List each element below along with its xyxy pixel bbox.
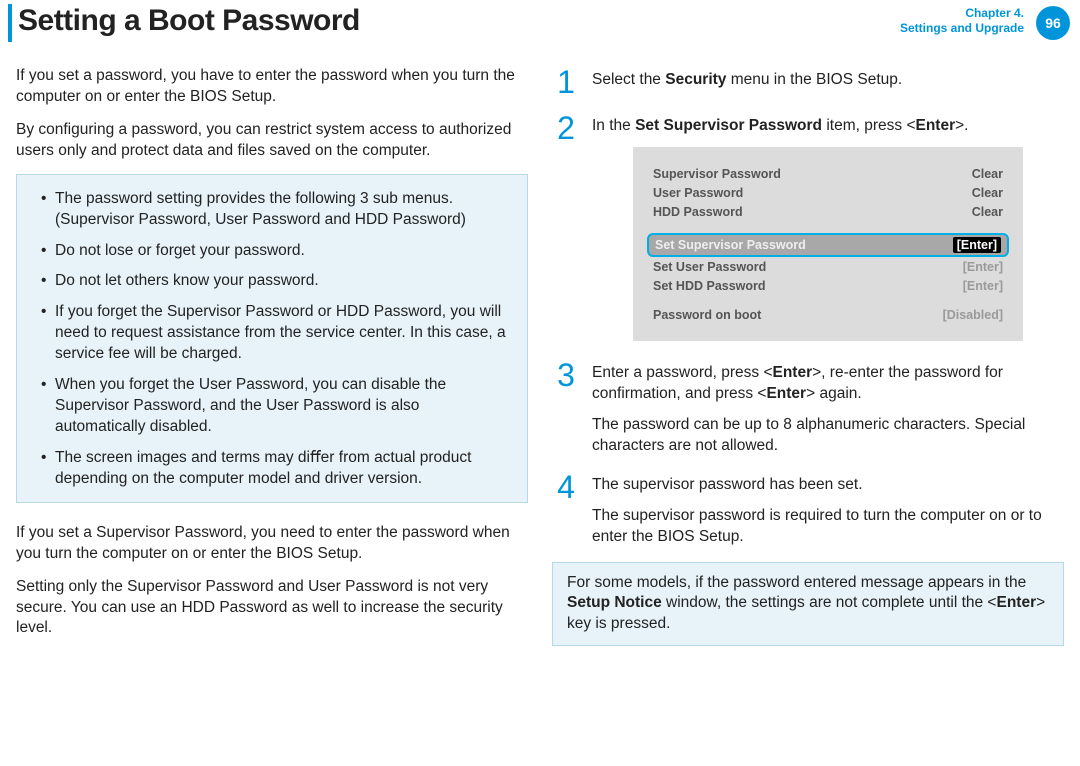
bios-row: Set HDD Password [Enter] bbox=[647, 277, 1009, 296]
step4-text-2: The supervisor password is required to t… bbox=[592, 506, 1064, 548]
bios-separator bbox=[647, 296, 1009, 306]
bios-key: Set User Password bbox=[653, 259, 766, 276]
text: window, the settings are not complete un… bbox=[662, 594, 997, 611]
text: item, press < bbox=[822, 117, 915, 134]
callout-list: The password setting provides the follow… bbox=[41, 189, 511, 490]
chapter-line2: Settings and Upgrade bbox=[900, 21, 1024, 36]
bios-val: Clear bbox=[972, 185, 1003, 202]
bottom-note: For some models, if the password entered… bbox=[552, 562, 1064, 647]
step-1: 1 Select the Security menu in the BIOS S… bbox=[552, 66, 1064, 98]
content-area: If you set a password, you have to enter… bbox=[0, 46, 1080, 651]
supervisor-para-2: Setting only the Supervisor Password and… bbox=[16, 577, 528, 640]
step-body: Select the Security menu in the BIOS Set… bbox=[592, 66, 1064, 98]
chapter-line1: Chapter 4. bbox=[900, 6, 1024, 21]
bold-setup-notice: Setup Notice bbox=[567, 594, 662, 611]
text: > again. bbox=[806, 385, 862, 402]
text: menu in the BIOS Setup. bbox=[726, 71, 902, 88]
bold-enter: Enter bbox=[996, 594, 1036, 611]
callout-item: If you forget the Supervisor Password or… bbox=[41, 302, 511, 365]
bios-val-enter: [Enter] bbox=[953, 237, 1001, 254]
step-number: 2 bbox=[552, 112, 580, 345]
bios-row: User Password Clear bbox=[647, 184, 1009, 203]
callout-item: Do not let others know your password. bbox=[41, 271, 511, 292]
bios-key: Set Supervisor Password bbox=[655, 237, 806, 254]
intro-para-1: If you set a password, you have to enter… bbox=[16, 66, 528, 108]
step-body: The supervisor password has been set. Th… bbox=[592, 471, 1064, 548]
bios-row: Set User Password [Enter] bbox=[647, 258, 1009, 277]
bold-enter: Enter bbox=[773, 364, 813, 381]
bios-row-highlight: Set Supervisor Password [Enter] bbox=[647, 233, 1009, 258]
text: >. bbox=[955, 117, 968, 134]
bios-key: Set HDD Password bbox=[653, 278, 766, 295]
bios-separator bbox=[647, 222, 1009, 232]
step3-text-2: The password can be up to 8 alphanumeric… bbox=[592, 415, 1064, 457]
step-body: Enter a password, press <Enter>, re-ente… bbox=[592, 359, 1064, 457]
header-accent-bar bbox=[8, 4, 12, 42]
bios-row: HDD Password Clear bbox=[647, 203, 1009, 222]
bios-key: User Password bbox=[653, 185, 743, 202]
step4-text-1: The supervisor password has been set. bbox=[592, 475, 1064, 496]
page-header: Setting a Boot Password Chapter 4. Setti… bbox=[0, 0, 1080, 46]
step-2: 2 In the Set Supervisor Password item, p… bbox=[552, 112, 1064, 345]
bold-enter: Enter bbox=[766, 385, 806, 402]
info-callout: The password setting provides the follow… bbox=[16, 174, 528, 503]
bold-enter: Enter bbox=[916, 117, 956, 134]
step-3: 3 Enter a password, press <Enter>, re-en… bbox=[552, 359, 1064, 457]
step-body: In the Set Supervisor Password item, pre… bbox=[592, 112, 1064, 345]
step-number: 3 bbox=[552, 359, 580, 457]
bios-key: Password on boot bbox=[653, 307, 761, 324]
bios-screenshot: Supervisor Password Clear User Password … bbox=[633, 147, 1023, 341]
bios-val: [Enter] bbox=[963, 259, 1003, 276]
text: Enter a password, press < bbox=[592, 364, 773, 381]
bios-row: Supervisor Password Clear bbox=[647, 165, 1009, 184]
supervisor-para-1: If you set a Supervisor Password, you ne… bbox=[16, 523, 528, 565]
text: In the bbox=[592, 117, 635, 134]
callout-item: The screen images and terms may diﬀer fr… bbox=[41, 448, 511, 490]
page-number-badge: 96 bbox=[1036, 6, 1070, 40]
bios-val: Clear bbox=[972, 204, 1003, 221]
bold-set-supervisor: Set Supervisor Password bbox=[635, 117, 822, 134]
right-column: 1 Select the Security menu in the BIOS S… bbox=[552, 66, 1064, 651]
bios-val: [Disabled] bbox=[943, 307, 1003, 324]
callout-item: Do not lose or forget your password. bbox=[41, 241, 511, 262]
bios-val: [Enter] bbox=[963, 278, 1003, 295]
chapter-label: Chapter 4. Settings and Upgrade bbox=[900, 6, 1024, 36]
callout-item: When you forget the User Password, you c… bbox=[41, 375, 511, 438]
bios-row: Password on boot [Disabled] bbox=[647, 306, 1009, 325]
step-number: 1 bbox=[552, 66, 580, 98]
intro-para-2: By conﬁguring a password, you can restri… bbox=[16, 120, 528, 162]
step-4: 4 The supervisor password has been set. … bbox=[552, 471, 1064, 548]
bios-key: HDD Password bbox=[653, 204, 743, 221]
bios-val: Clear bbox=[972, 166, 1003, 183]
step3-text-1: Enter a password, press <Enter>, re-ente… bbox=[592, 363, 1064, 405]
text: For some models, if the password entered… bbox=[567, 574, 1026, 591]
bios-key: Supervisor Password bbox=[653, 166, 781, 183]
bold-security: Security bbox=[665, 71, 726, 88]
text: Select the bbox=[592, 71, 665, 88]
step-number: 4 bbox=[552, 471, 580, 548]
left-column: If you set a password, you have to enter… bbox=[16, 66, 528, 651]
step2-text: In the Set Supervisor Password item, pre… bbox=[592, 116, 1064, 137]
callout-item: The password setting provides the follow… bbox=[41, 189, 511, 231]
step1-text: Select the Security menu in the BIOS Set… bbox=[592, 70, 1064, 91]
